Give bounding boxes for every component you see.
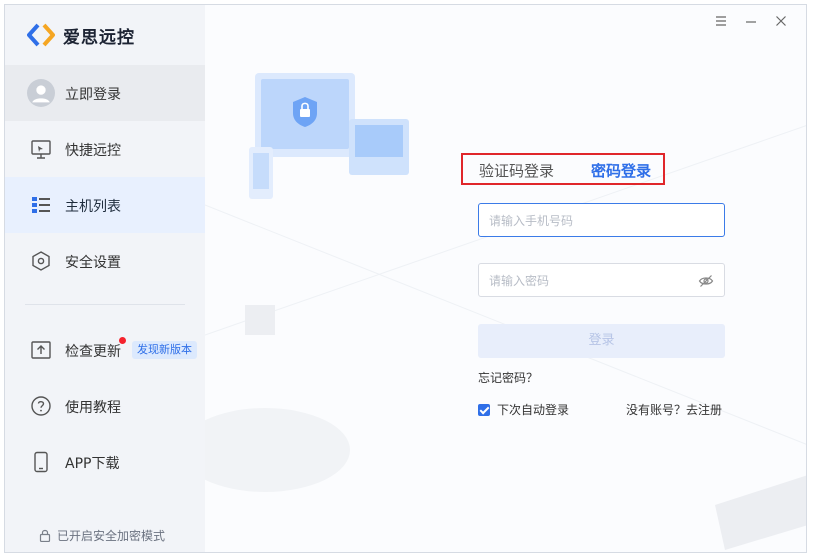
sidebar-item-quick-remote[interactable]: 快捷远控 (5, 121, 205, 177)
sidebar-item-label: 快捷远控 (65, 143, 121, 159)
close-icon[interactable] (773, 13, 789, 29)
sidebar-item-label: 主机列表 (65, 199, 121, 215)
password-field[interactable] (478, 263, 725, 298)
sidebar-item-label: 立即登录 (65, 87, 121, 103)
sidebar-item-label: 使用教程 (65, 400, 121, 416)
sidebar-item-label: 安全设置 (65, 255, 121, 271)
update-dot (119, 337, 126, 344)
forgot-password-link[interactable]: 忘记密码？ (478, 369, 538, 386)
auto-login-label: 下次自动登录 (497, 403, 570, 417)
app-name: 爱思远控 (63, 27, 135, 48)
auto-login-checkbox[interactable] (478, 403, 490, 416)
password-input[interactable] (487, 264, 691, 298)
sidebar-item-label: 检查更新 (65, 344, 121, 360)
list-icon (32, 197, 50, 213)
upload-icon (31, 341, 51, 359)
sidebar-divider (25, 304, 185, 305)
question-circle-icon (31, 396, 51, 416)
security-mode-note: 已开启安全加密模式 (39, 527, 165, 544)
lock-icon (39, 529, 51, 542)
new-version-badge[interactable]: 发现新版本 (132, 341, 197, 359)
sidebar-item-login[interactable]: 立即登录 (5, 65, 205, 121)
sidebar: 爱思远控 立即登录 快捷远控 主机列表 安全设置 检查更新 发现新版本 使用教程… (5, 5, 205, 552)
sidebar-item-app-download[interactable]: APP下载 (5, 434, 205, 490)
tab-password-login[interactable]: 密码登录 (591, 160, 651, 181)
phone-icon (34, 451, 48, 473)
sidebar-item-tutorial[interactable]: 使用教程 (5, 378, 205, 434)
hexagon-icon (32, 251, 50, 271)
security-note-text: 已开启安全加密模式 (57, 529, 166, 543)
sidebar-item-label: APP下载 (65, 456, 120, 472)
brand: 爱思远控 (27, 22, 135, 48)
sidebar-item-security-settings[interactable]: 安全设置 (5, 233, 205, 289)
remote-device-illustration (249, 73, 409, 199)
eye-off-icon[interactable] (698, 273, 714, 289)
tab-sms-login[interactable]: 验证码登录 (479, 160, 554, 181)
minimize-icon[interactable] (743, 13, 759, 29)
menu-icon[interactable] (713, 13, 729, 29)
phone-field[interactable] (478, 203, 725, 238)
sidebar-item-host-list[interactable]: 主机列表 (5, 177, 205, 233)
app-window: 爱思远控 立即登录 快捷远控 主机列表 安全设置 检查更新 发现新版本 使用教程… (4, 4, 807, 553)
monitor-icon (31, 140, 51, 159)
login-button[interactable]: 登录 (478, 324, 725, 358)
phone-input[interactable] (487, 204, 691, 238)
avatar-icon (27, 79, 55, 107)
register-link[interactable]: 没有账号？去注册 (626, 401, 722, 418)
app-logo-icon (27, 23, 55, 47)
auto-login-option[interactable]: 下次自动登录 (478, 401, 569, 418)
login-method-tabs: 验证码登录 密码登录 (461, 153, 665, 185)
